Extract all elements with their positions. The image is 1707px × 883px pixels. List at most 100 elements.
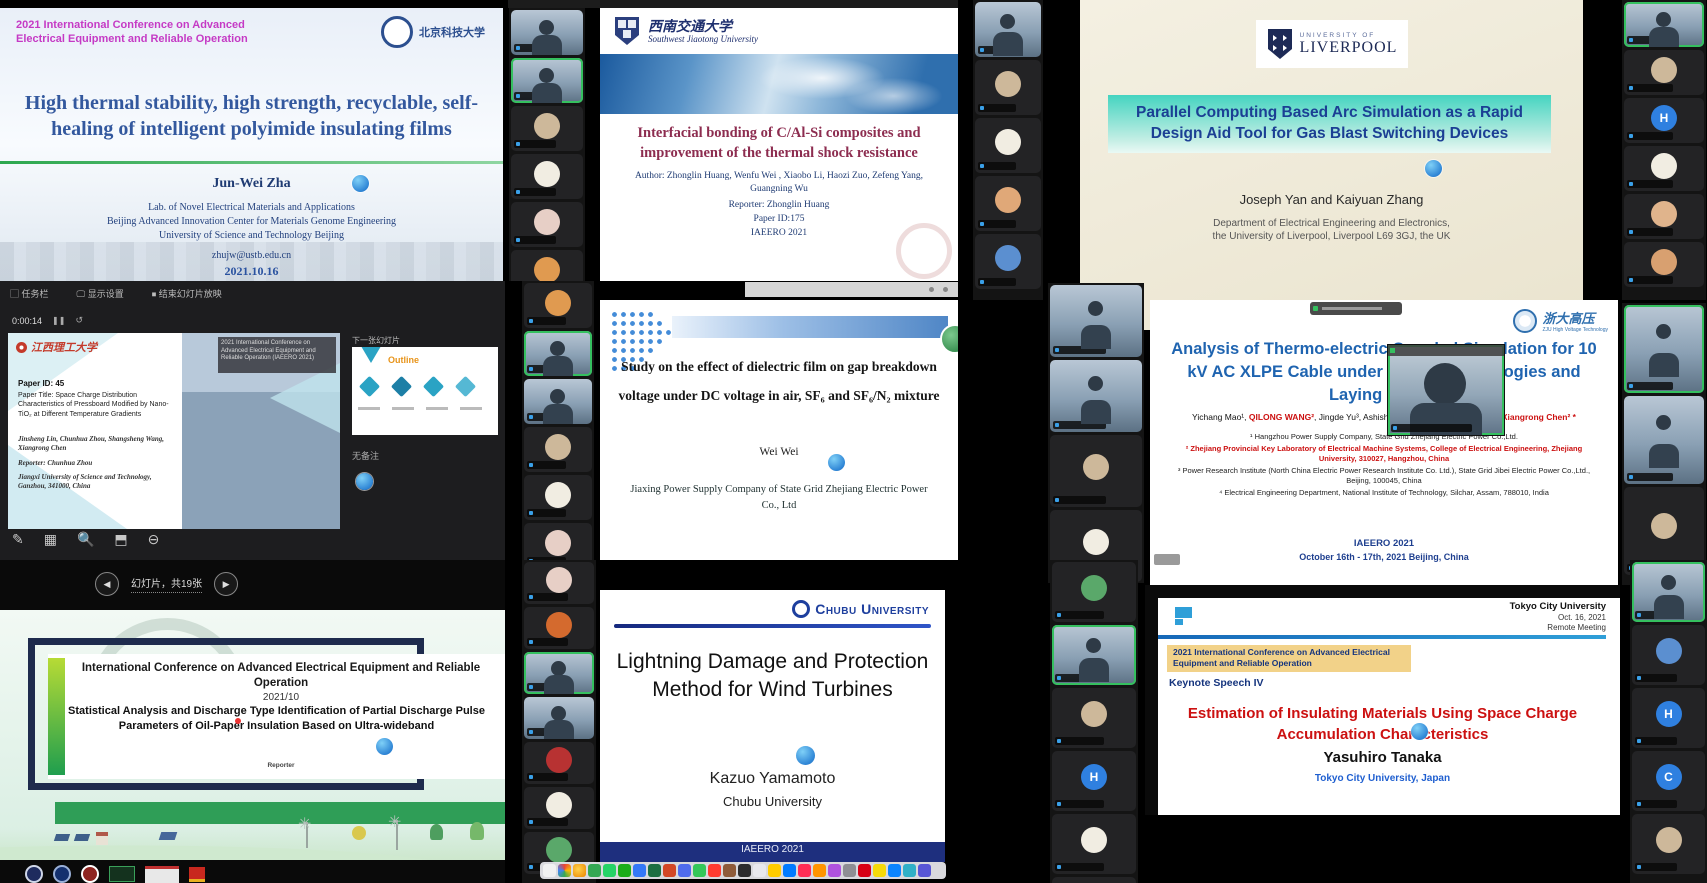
participant-video-tile[interactable] xyxy=(1050,285,1142,357)
slide-chubu: Chubu University Lightning Damage and Pr… xyxy=(600,590,945,862)
participant-avatar-tile[interactable] xyxy=(511,106,583,151)
authors: Jinsheng Lin, Chunhua Zhou, Shangsheng W… xyxy=(18,435,168,453)
participant-avatar-tile[interactable] xyxy=(524,607,594,649)
participant-avatar-tile[interactable] xyxy=(1624,146,1704,191)
slide-browser-icon[interactable]: ▦ xyxy=(44,531,57,548)
dock-app-icon[interactable] xyxy=(918,864,931,877)
participant-filmstrip[interactable] xyxy=(1622,303,1706,585)
dock-app-icon[interactable] xyxy=(708,864,721,877)
participant-filmstrip[interactable] xyxy=(522,281,594,560)
previous-slide-button[interactable]: ◀ xyxy=(95,572,119,596)
pen-tool-icon[interactable]: ✎ xyxy=(12,531,24,548)
dock-app-icon[interactable] xyxy=(783,864,796,877)
participant-avatar-tile[interactable] xyxy=(524,562,594,604)
participant-filmstrip[interactable]: HK xyxy=(1050,560,1138,883)
next-slide-thumbnail[interactable]: Outline xyxy=(352,347,498,435)
participant-avatar-tile[interactable] xyxy=(1632,814,1705,874)
participant-video-tile[interactable] xyxy=(511,58,583,103)
participant-avatar-tile[interactable] xyxy=(511,202,583,247)
dock-app-icon[interactable] xyxy=(753,864,766,877)
participant-avatar-tile[interactable] xyxy=(524,523,592,560)
dock-app-icon[interactable] xyxy=(543,864,556,877)
dock-app-icon[interactable] xyxy=(858,864,871,877)
participant-avatar-tile[interactable] xyxy=(524,427,592,472)
participant-video-tile[interactable] xyxy=(1624,2,1704,47)
participant-avatar-tile[interactable] xyxy=(1052,688,1136,748)
participant-avatar-tile[interactable] xyxy=(975,118,1041,173)
participant-avatar-tile[interactable] xyxy=(1632,625,1705,685)
participant-avatar-tile[interactable] xyxy=(1052,562,1136,622)
deco-triangle xyxy=(358,347,384,363)
next-slide-button[interactable]: ▶ xyxy=(214,572,238,596)
participant-video-tile[interactable] xyxy=(1632,562,1705,622)
participant-video-tile[interactable] xyxy=(1624,396,1704,484)
participant-video-tile[interactable] xyxy=(975,2,1041,57)
screen-share-banner[interactable] xyxy=(1310,302,1402,315)
dock-app-icon[interactable] xyxy=(843,864,856,877)
dock-app-icon[interactable] xyxy=(903,864,916,877)
dock-app-icon[interactable] xyxy=(558,864,571,877)
dock-app-icon[interactable] xyxy=(798,864,811,877)
dock-app-icon[interactable] xyxy=(768,864,781,877)
dock-app-icon[interactable] xyxy=(828,864,841,877)
dock-app-icon[interactable] xyxy=(633,864,646,877)
participant-avatar-tile[interactable] xyxy=(524,787,594,829)
dock-app-icon[interactable] xyxy=(738,864,751,877)
participant-filmstrip[interactable]: H xyxy=(1622,0,1706,300)
participant-avatar-tile[interactable] xyxy=(1624,194,1704,239)
participant-filmstrip[interactable] xyxy=(1048,283,1144,583)
dock-app-icon[interactable] xyxy=(813,864,826,877)
participant-video-tile[interactable] xyxy=(511,10,583,55)
participant-filmstrip[interactable] xyxy=(973,0,1043,300)
more-tools-icon[interactable]: ⊖ xyxy=(148,531,160,548)
menu-item-end-show[interactable]: ⏹ 结束幻灯片放映 xyxy=(152,287,222,300)
dock-app-icon[interactable] xyxy=(588,864,601,877)
participant-avatar-tile[interactable] xyxy=(524,742,594,784)
menu-item-display-settings[interactable]: 🖵 显示设置 xyxy=(77,287,124,300)
dock-app-icon[interactable] xyxy=(663,864,676,877)
participant-video-tile[interactable] xyxy=(1624,305,1704,393)
participant-video-tile[interactable] xyxy=(1052,625,1136,685)
participant-initial-tile[interactable]: H xyxy=(1632,688,1705,748)
participant-filmstrip[interactable] xyxy=(509,8,585,281)
zoom-tool-icon[interactable]: 🔍 xyxy=(77,531,94,548)
dock-app-icon[interactable] xyxy=(873,864,886,877)
participant-initial-tile[interactable]: K xyxy=(1052,877,1136,883)
participant-avatar-tile[interactable] xyxy=(511,250,583,281)
menu-item-taskbar[interactable]: ▢ 任务栏 xyxy=(10,287,49,300)
participant-avatar-tile[interactable] xyxy=(1050,435,1142,507)
dock-app-icon[interactable] xyxy=(693,864,706,877)
restart-timer-icon[interactable]: ↺ xyxy=(75,315,83,326)
participant-video-tile[interactable] xyxy=(524,379,592,424)
participant-filmstrip[interactable] xyxy=(522,560,596,883)
participant-initial-tile[interactable]: H xyxy=(1624,98,1704,143)
dock-app-icon[interactable] xyxy=(888,864,901,877)
pause-timer-icon[interactable]: ❚❚ xyxy=(52,316,65,325)
dock-app-icon[interactable] xyxy=(603,864,616,877)
landscape-illustration: ✳ ✳ xyxy=(0,818,505,860)
participant-avatar-tile[interactable] xyxy=(524,475,592,520)
dock-app-icon[interactable] xyxy=(723,864,736,877)
participant-avatar-tile[interactable] xyxy=(1624,50,1704,95)
dock-app-icon[interactable] xyxy=(573,864,586,877)
participant-avatar-tile[interactable] xyxy=(1052,814,1136,874)
participant-avatar-tile[interactable] xyxy=(511,154,583,199)
display-tool-icon[interactable]: ⬒ xyxy=(114,531,127,548)
participant-video-tile[interactable] xyxy=(524,652,594,694)
participant-avatar-tile[interactable] xyxy=(1624,242,1704,287)
macos-dock[interactable] xyxy=(540,862,946,879)
participant-video-tile[interactable] xyxy=(1050,360,1142,432)
participant-video-tile[interactable] xyxy=(524,331,592,376)
dock-app-icon[interactable] xyxy=(648,864,661,877)
participant-avatar-tile[interactable] xyxy=(975,176,1041,231)
participant-avatar-tile[interactable] xyxy=(975,234,1041,289)
participant-filmstrip[interactable]: HC xyxy=(1630,560,1707,883)
participant-avatar-tile[interactable] xyxy=(524,283,592,328)
dock-app-icon[interactable] xyxy=(678,864,691,877)
participant-video-tile[interactable] xyxy=(524,697,594,739)
speaker-video-overlay[interactable] xyxy=(1387,344,1505,436)
participant-initial-tile[interactable]: C xyxy=(1632,751,1705,811)
dock-app-icon[interactable] xyxy=(618,864,631,877)
participant-avatar-tile[interactable] xyxy=(975,60,1041,115)
participant-initial-tile[interactable]: H xyxy=(1052,751,1136,811)
